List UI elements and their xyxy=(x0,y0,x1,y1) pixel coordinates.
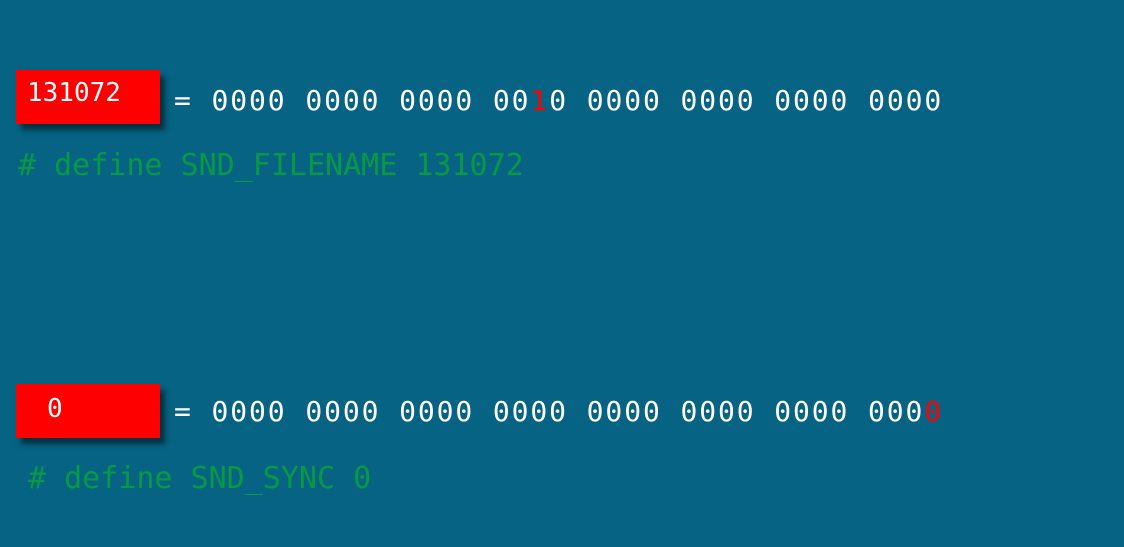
binary-before: 0000 0000 0000 00 xyxy=(211,84,531,117)
binary-line-snd-sync: = 0000 0000 0000 0000 0000 0000 0000 000… xyxy=(174,395,943,429)
value-label: 131072 xyxy=(27,78,121,108)
binary-before: 0000 0000 0000 0000 0000 0000 0000 000 xyxy=(211,395,925,428)
highlighted-bit: 0 xyxy=(924,395,944,428)
value-box-snd-sync: 0 xyxy=(16,384,160,438)
binary-after: 0 0000 0000 0000 0000 xyxy=(549,84,944,117)
equals-sign: = xyxy=(174,395,193,428)
define-line-snd-filename: # define SND_FILENAME 131072 xyxy=(18,148,524,183)
value-box-snd-filename: 131072 xyxy=(16,70,160,124)
equals-sign: = xyxy=(174,84,193,117)
highlighted-bit: 1 xyxy=(530,84,550,117)
value-label: 0 xyxy=(47,394,63,424)
binary-line-snd-filename: = 0000 0000 0000 0010 0000 0000 0000 000… xyxy=(174,84,943,118)
define-line-snd-sync: # define SND_SYNC 0 xyxy=(28,461,372,496)
